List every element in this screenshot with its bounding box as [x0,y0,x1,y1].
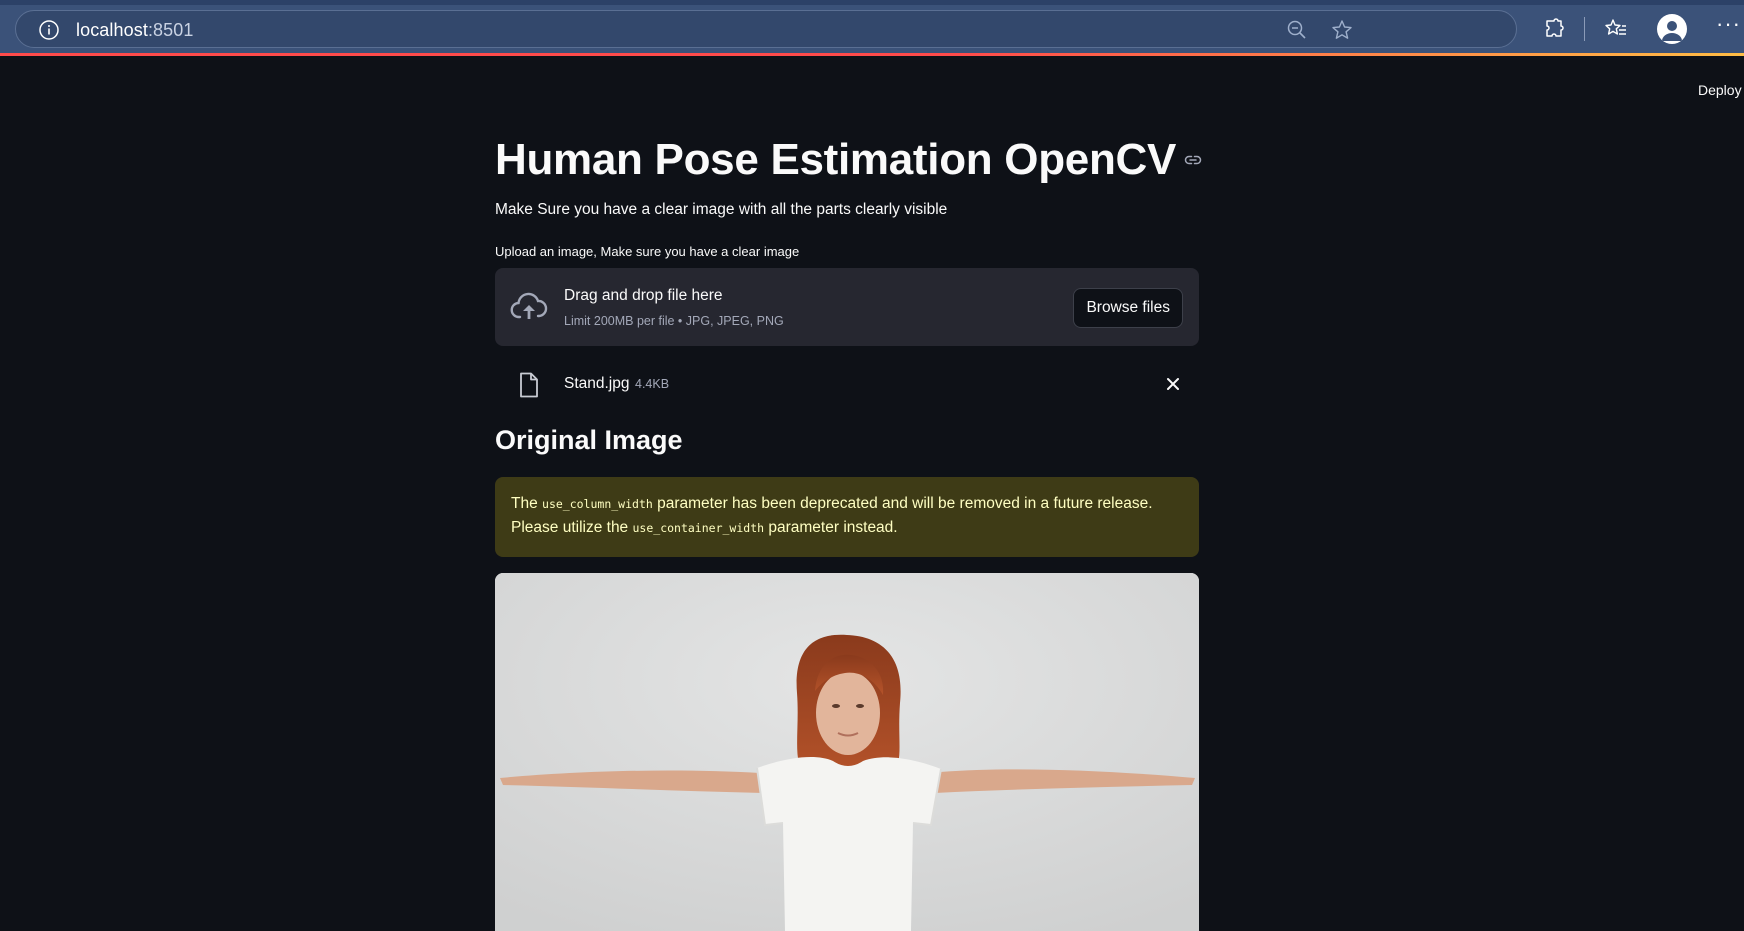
profile-icon[interactable] [1657,14,1687,44]
dropzone-title: Drag and drop file here [564,287,723,304]
extensions-icon[interactable] [1542,17,1566,41]
url-port: :8501 [147,20,194,40]
file-dropzone[interactable]: Drag and drop file here Limit 200MB per … [495,268,1199,346]
close-icon[interactable] [1166,377,1180,391]
warning-code-1: use_column_width [542,497,653,511]
warning-code-2: use_container_width [632,521,765,535]
page-title-row: Human Pose Estimation OpenCV [495,130,1202,190]
zoom-out-icon[interactable] [1286,19,1308,41]
file-name: Stand.jpg [564,375,630,392]
app-status-line [0,53,1744,56]
star-icon[interactable] [1331,19,1353,41]
original-image [495,573,1199,931]
url-host: localhost [76,20,148,40]
subtitle-text: Make Sure you have a clear image with al… [495,201,948,218]
page-title: Human Pose Estimation OpenCV [495,135,1177,184]
person-photo [495,573,1199,931]
toolbar-separator [1584,17,1585,41]
address-bar[interactable]: localhost:8501 [15,10,1517,48]
dropzone-limit: Limit 200MB per file • JPG, JPEG, PNG [564,314,784,328]
browser-toolbar: localhost:8501 ··· [0,0,1744,55]
deploy-button[interactable]: Deploy [1698,82,1742,98]
uploaded-file-item: Stand.jpg 4.4KB [495,364,1199,404]
link-icon[interactable] [1184,151,1202,169]
favorites-icon[interactable] [1604,17,1628,41]
section-heading-original-image: Original Image [495,425,683,455]
cloud-upload-icon [510,292,548,319]
more-icon[interactable]: ··· [1716,13,1741,35]
info-icon[interactable] [38,19,60,41]
deprecation-warning: The use_column_width parameter has been … [495,477,1199,557]
warning-text-1: The [511,495,543,512]
file-size: 4.4KB [635,377,670,391]
browse-files-button[interactable]: Browse files [1073,288,1183,328]
tab-strip [0,0,1744,5]
file-icon [520,372,538,398]
url-text[interactable]: localhost:8501 [76,20,194,41]
warning-text-3: parameter instead. [764,519,898,536]
uploader-label: Upload an image, Make sure you have a cl… [495,244,800,259]
